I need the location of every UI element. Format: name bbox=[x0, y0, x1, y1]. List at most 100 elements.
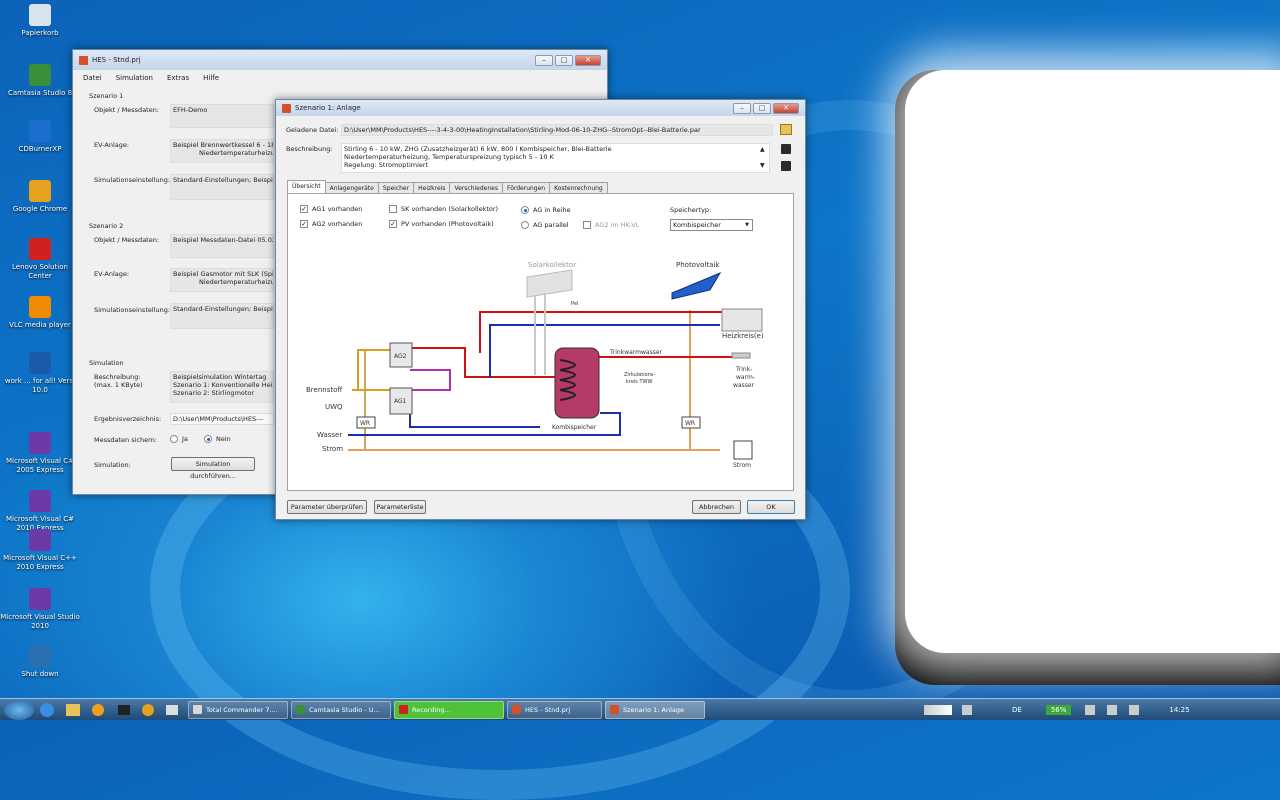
cmd-icon[interactable] bbox=[118, 704, 130, 715]
tray-network-icon[interactable] bbox=[1107, 704, 1118, 715]
save-icon[interactable] bbox=[781, 144, 791, 154]
desktop-icon[interactable]: Microsoft Visual C# 2010 Express bbox=[0, 490, 80, 533]
ag2-check-icon: ✓ bbox=[300, 220, 308, 228]
objekt-label: Objekt / Messdaten: bbox=[94, 106, 160, 114]
desktop-icon[interactable]: VLC media player bbox=[0, 296, 80, 330]
desktop-icon[interactable]: Camtasia Studio 8 bbox=[0, 64, 80, 98]
tray-volume-icon[interactable] bbox=[1085, 704, 1096, 715]
dialog-maximize-icon[interactable]: □ bbox=[753, 102, 771, 114]
menu-hilfe[interactable]: Hilfe bbox=[203, 74, 219, 82]
pv-checkbox[interactable]: ✓ PV vorhanden (Photovoltaik) bbox=[389, 220, 494, 228]
uwq-label: UWQ bbox=[325, 403, 343, 411]
desktop-icon[interactable]: work ... for all! Versi 10.0 bbox=[0, 352, 80, 395]
objekt-field[interactable]: EFH-Demo bbox=[170, 104, 274, 128]
simulation-button[interactable]: Simulation durchführen... bbox=[171, 457, 255, 480]
parameterliste-button[interactable]: Parameterliste bbox=[374, 500, 426, 514]
window-icon[interactable] bbox=[166, 704, 178, 715]
clock[interactable]: 14:25 bbox=[1169, 706, 1189, 714]
sim-beschr-field[interactable]: Beispielsimulation Wintertag Szenario 1: … bbox=[170, 371, 274, 403]
beschreibung-field[interactable]: Stirling 6 - 10 kW, ZHG (Zusatzheizgerät… bbox=[341, 143, 770, 173]
task-label-2: Recording... bbox=[412, 705, 451, 714]
save-as-icon[interactable] bbox=[781, 161, 791, 171]
ag2-label: AG2 bbox=[394, 353, 407, 360]
ag-link-line bbox=[410, 369, 451, 391]
ok-button[interactable]: OK bbox=[747, 500, 795, 514]
zirk-label-1: Zirkulations- bbox=[624, 372, 655, 378]
ag-reihe-radio[interactable]: AG in Reihe bbox=[521, 206, 571, 214]
media-player-icon[interactable] bbox=[92, 703, 104, 716]
geladene-label: Geladene Datei: bbox=[286, 126, 339, 134]
tab-anlagengeraete[interactable]: Anlagengeräte bbox=[324, 182, 379, 193]
maximize-icon[interactable]: □ bbox=[555, 54, 573, 66]
trinkwarmwasser-label: Trinkwarmwasser bbox=[609, 349, 663, 356]
desktop-icon[interactable]: Shut down bbox=[0, 645, 80, 679]
folder-open-icon[interactable] bbox=[780, 124, 792, 135]
desktop-app-icon bbox=[29, 296, 51, 318]
desktop-icon[interactable]: Microsoft Visual Studio 2010 bbox=[0, 588, 80, 631]
close-icon[interactable]: ✕ bbox=[575, 54, 601, 66]
ag2-hk-checkbox[interactable]: AG2 im HK-VL bbox=[583, 221, 639, 229]
ag1-label: AG1 bbox=[394, 398, 407, 405]
ie-icon[interactable] bbox=[40, 702, 54, 717]
desktop-icon[interactable]: Microsoft Visual C++ 2010 Express bbox=[0, 529, 80, 572]
minimize-icon[interactable]: – bbox=[535, 54, 553, 66]
chrome-icon[interactable] bbox=[142, 703, 154, 716]
scroll-up-icon[interactable]: ▲ bbox=[760, 146, 765, 153]
desktop-icon[interactable]: CDBurnerXP bbox=[0, 120, 80, 154]
parameter-pruefen-button[interactable]: Parameter überprüfen bbox=[287, 500, 367, 514]
beschr-line-1: Stirling 6 - 10 kW, ZHG (Zusatzheizgerät… bbox=[344, 145, 612, 153]
desktop-icon[interactable]: Papierkorb bbox=[0, 4, 80, 38]
task-total-commander[interactable]: Total Commander 7.... bbox=[188, 700, 288, 719]
task-recording[interactable]: Recording... bbox=[394, 700, 504, 719]
tab-foerderungen[interactable]: Förderungen bbox=[501, 182, 551, 193]
radio-nein[interactable]: Nein bbox=[204, 435, 231, 443]
task-camtasia[interactable]: Camtasia Studio - U... bbox=[291, 700, 391, 719]
ev-field[interactable]: Beispiel Brennwertkessel 6 - 18 k Niedert… bbox=[170, 139, 274, 163]
tab-verschiedenes[interactable]: Verschiedenes bbox=[449, 182, 503, 193]
geladene-field[interactable]: D:\User\MM\Products\HES----3-4-3-00\Heat… bbox=[341, 124, 773, 136]
ev-field-2[interactable]: Beispiel Gasmotor mit SLK (Spitz Niederte… bbox=[170, 268, 274, 292]
tab-kostenrechnung[interactable]: Kostenrechnung bbox=[549, 182, 608, 193]
radio-ja-icon bbox=[170, 435, 178, 443]
tray-icon[interactable] bbox=[962, 704, 972, 715]
ag-parallel-radio[interactable]: AG parallel bbox=[521, 221, 569, 229]
task-szenario[interactable]: Szenario 1: Anlage bbox=[605, 700, 705, 719]
menu-extras[interactable]: Extras bbox=[167, 74, 189, 82]
tab-speicher[interactable]: Speicher bbox=[377, 182, 415, 193]
tray-signal-icon[interactable] bbox=[924, 704, 952, 715]
tab-heizkreis[interactable]: Heizkreis bbox=[413, 182, 451, 193]
ag1-checkbox[interactable]: ✓ AG1 vorhanden bbox=[300, 205, 362, 213]
menu-simulation[interactable]: Simulation bbox=[116, 74, 153, 82]
desktop-icon[interactable]: Google Chrome bbox=[0, 180, 80, 214]
dialog-minimize-icon[interactable]: – bbox=[733, 102, 751, 114]
ag2-checkbox[interactable]: ✓ AG2 vorhanden bbox=[300, 220, 362, 228]
sk-checkbox[interactable]: SK vorhanden (Solarkollektor) bbox=[389, 205, 498, 213]
desktop-icon[interactable]: Lenovo Solution Center bbox=[0, 238, 80, 281]
trink-label-2: warm- bbox=[736, 374, 755, 381]
battery-indicator[interactable]: 56% bbox=[1045, 704, 1072, 715]
geladene-value: D:\User\MM\Products\HES----3-4-3-00\Heat… bbox=[344, 126, 701, 134]
start-button[interactable] bbox=[4, 699, 34, 720]
menu-datei[interactable]: Datei bbox=[83, 74, 102, 82]
radio-ja[interactable]: Ja bbox=[170, 435, 188, 443]
heizkreis-icon bbox=[721, 308, 763, 332]
tab-uebersicht[interactable]: Übersicht bbox=[287, 180, 326, 193]
beschr-line-2: Niedertemperaturheizung, Temperatursprei… bbox=[344, 153, 554, 161]
abbrechen-button[interactable]: Abbrechen bbox=[692, 500, 741, 514]
pv-label: PV vorhanden (Photovoltaik) bbox=[401, 220, 494, 228]
sim-field-2[interactable]: Standard-Einstellungen; Beispiel bbox=[170, 303, 274, 329]
language-indicator[interactable]: DE bbox=[1012, 706, 1022, 714]
ergebnis-field[interactable]: D:\User\MM\Products\HES--- bbox=[170, 413, 274, 425]
sim-field[interactable]: Standard-Einstellungen; Beispiel bbox=[170, 174, 274, 200]
speichertyp-select[interactable]: Kombispeicher ▼ bbox=[670, 219, 753, 231]
ev-label-2: EV-Anlage: bbox=[94, 270, 130, 278]
task-hes[interactable]: HES - Stnd.prj bbox=[507, 700, 602, 719]
app-icon bbox=[79, 55, 88, 65]
desktop-icon[interactable]: Microsoft Visual C# 2005 Express bbox=[0, 432, 80, 475]
desktop-icon-label: Google Chrome bbox=[12, 205, 68, 213]
dialog-close-icon[interactable]: ✕ bbox=[773, 102, 799, 114]
scroll-down-icon[interactable]: ▼ bbox=[760, 162, 765, 169]
explorer-icon[interactable] bbox=[66, 703, 80, 716]
tray-sound-icon[interactable] bbox=[1129, 704, 1140, 715]
objekt-field-2[interactable]: Beispiel Messdaten-Datei 05.02. bbox=[170, 234, 274, 258]
